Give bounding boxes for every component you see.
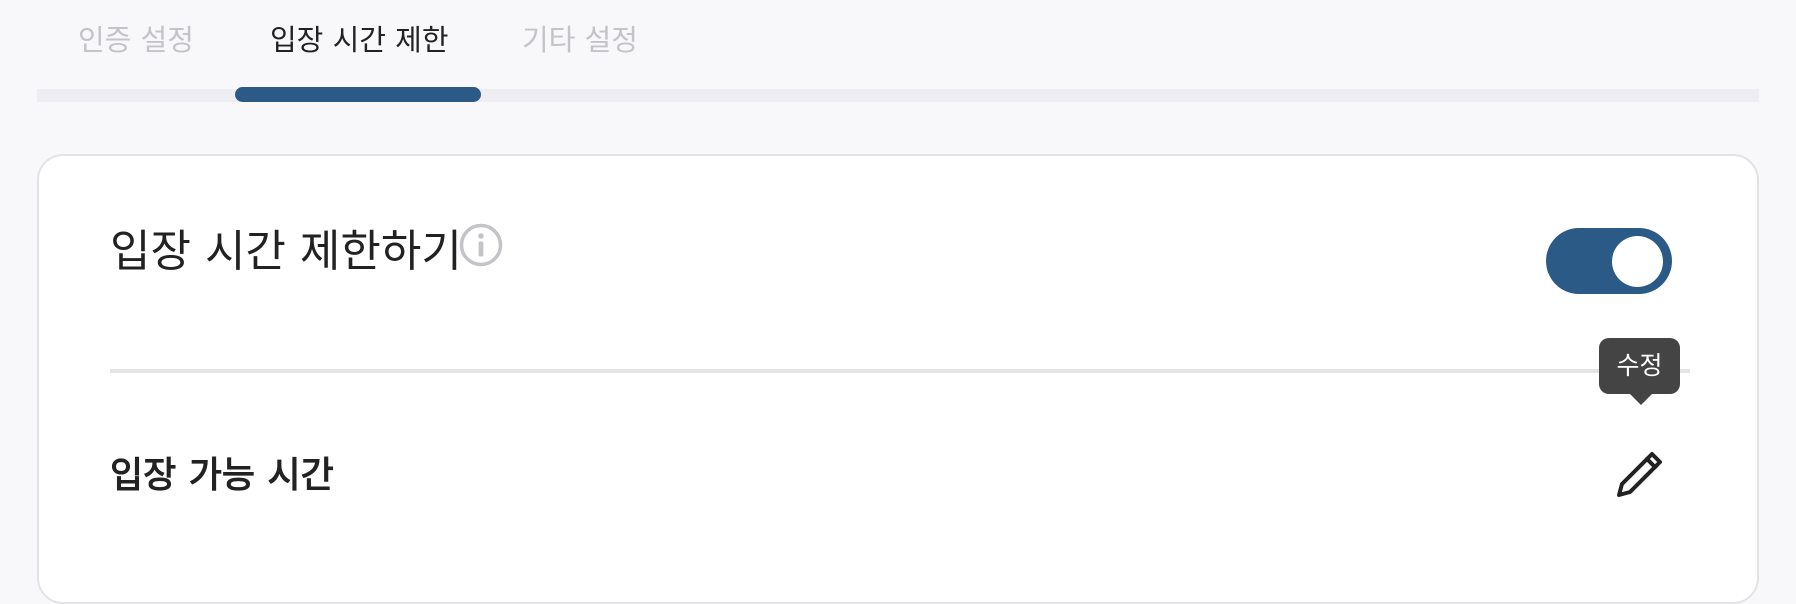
entry-available-time-label: 입장 가능 시간	[110, 455, 334, 496]
tab-other-settings[interactable]: 기타 설정	[522, 20, 638, 60]
tooltip-arrow	[1629, 393, 1653, 405]
section-title: 입장 시간 제한하기	[110, 226, 462, 277]
section-divider	[110, 369, 1690, 373]
pencil-icon[interactable]	[1614, 446, 1668, 500]
tab-bar: 인증 설정 입장 시간 제한 기타 설정	[0, 0, 1796, 102]
entry-time-limit-toggle[interactable]	[1546, 228, 1672, 294]
edit-tooltip: 수정	[1599, 338, 1680, 394]
tab-auth-settings[interactable]: 인증 설정	[78, 20, 194, 60]
tab-entry-time-limit[interactable]: 입장 시간 제한	[270, 20, 449, 60]
toggle-knob	[1612, 236, 1663, 287]
settings-card: 입장 시간 제한하기 입장 가능 시간	[37, 154, 1759, 604]
info-circle-icon[interactable]	[459, 223, 503, 267]
tab-active-indicator	[235, 87, 481, 102]
